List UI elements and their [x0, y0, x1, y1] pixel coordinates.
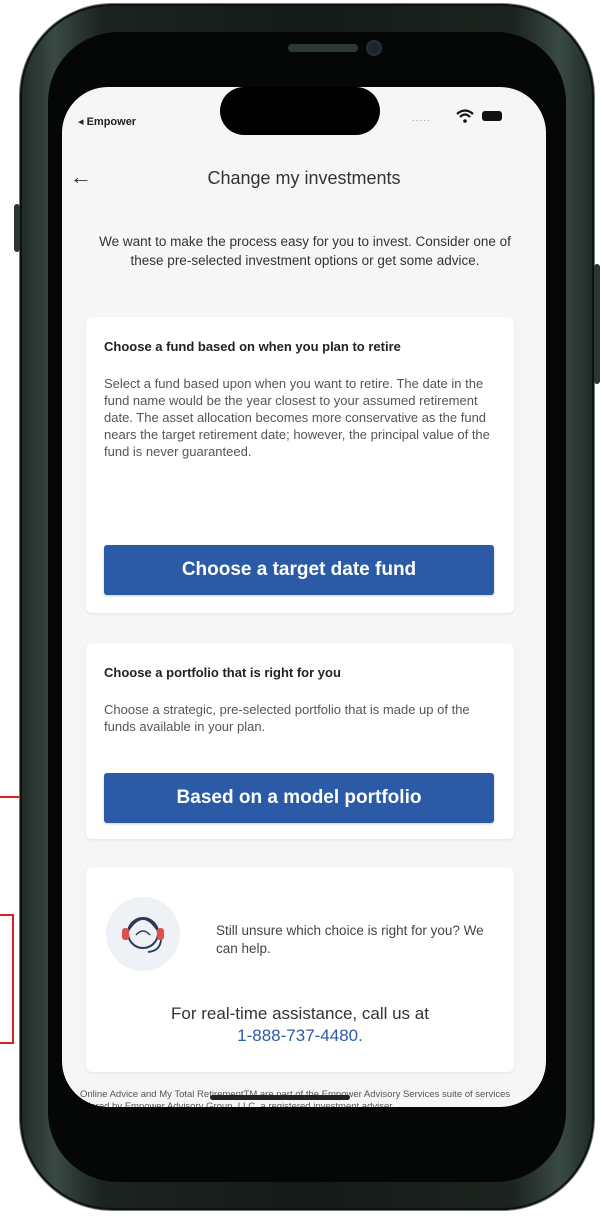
- signal-icon: .....: [412, 113, 431, 124]
- card-heading: Choose a portfolio that is right for you: [104, 665, 341, 680]
- wifi-icon: [456, 109, 474, 123]
- phone-camera: [368, 42, 380, 54]
- call-label: For real-time assistance, call us at: [171, 1004, 429, 1023]
- page-title: Change my investments: [207, 168, 401, 188]
- status-bar: ◂ Empower .....: [62, 87, 546, 157]
- battery-icon: [482, 111, 502, 121]
- choose-target-date-fund-button[interactable]: Choose a target date fund: [104, 545, 494, 595]
- model-portfolio-card: Choose a portfolio that is right for you…: [86, 643, 514, 839]
- card-description: Choose a strategic, pre-selected portfol…: [104, 702, 470, 734]
- home-indicator[interactable]: [210, 1095, 350, 1100]
- dynamic-island: [220, 87, 380, 135]
- support-agent-icon: [106, 897, 180, 971]
- back-to-app-link[interactable]: ◂ Empower: [78, 115, 136, 128]
- card-description: Select a fund based upon when you want t…: [104, 376, 490, 459]
- help-card: Still unsure which choice is right for y…: [86, 867, 514, 1072]
- app-screen: ◂ Empower ..... ← Change my investments …: [62, 87, 546, 1107]
- intro-text: We want to make the process easy for you…: [99, 234, 511, 268]
- annotation-highlight-box: [0, 914, 14, 1044]
- phone-side-button: [14, 204, 20, 252]
- phone-power-button: [594, 264, 600, 384]
- target-date-fund-card: Choose a fund based on when you plan to …: [86, 317, 514, 613]
- call-assistance-text: For real-time assistance, call us at 1-8…: [86, 1003, 514, 1047]
- card-heading: Choose a fund based on when you plan to …: [104, 339, 401, 354]
- navigation-bar: ← Change my investments: [62, 162, 546, 198]
- phone-number-link[interactable]: 1-888-737-4480.: [237, 1026, 363, 1045]
- model-portfolio-button[interactable]: Based on a model portfolio: [104, 773, 494, 823]
- help-text: Still unsure which choice is right for y…: [216, 923, 484, 956]
- phone-speaker: [288, 44, 358, 52]
